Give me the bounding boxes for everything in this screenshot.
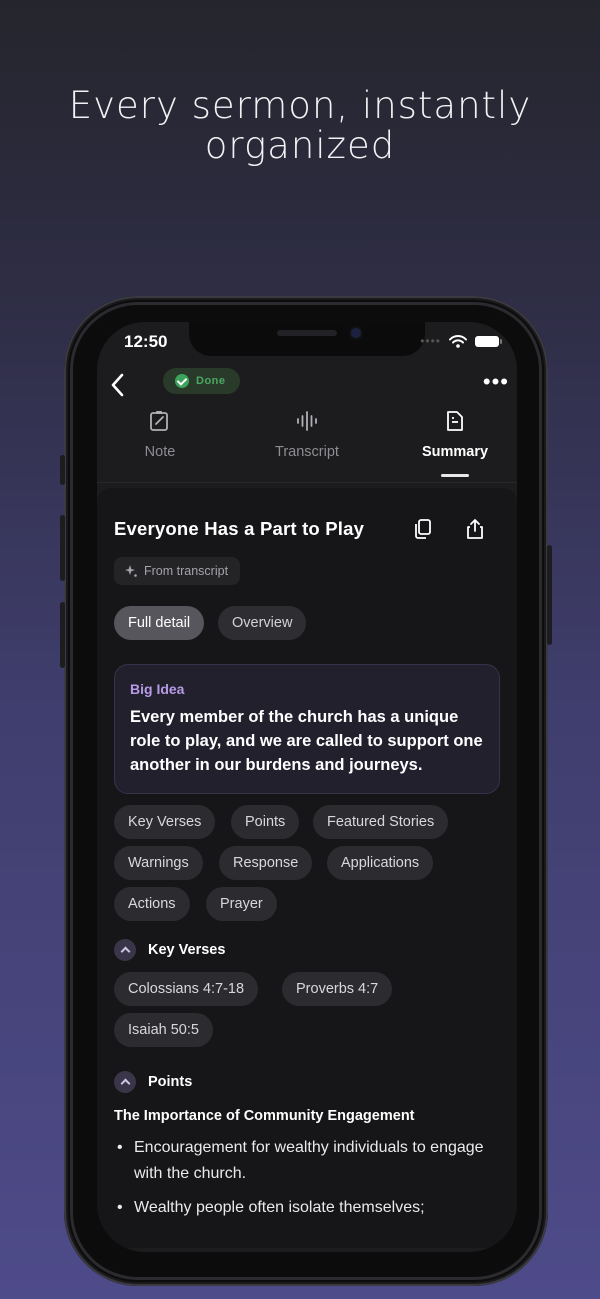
- power-button: [547, 545, 552, 645]
- share-icon[interactable]: [465, 518, 485, 540]
- tab-note[interactable]: Note: [125, 408, 195, 460]
- tab-summary[interactable]: Summary: [415, 408, 495, 460]
- chip-actions[interactable]: Actions: [114, 887, 190, 921]
- key-verses-heading: Key Verses: [148, 942, 226, 958]
- signal-dots-icon: ••••: [420, 334, 441, 348]
- point-bullet: Encouragement for wealthy individuals to…: [117, 1135, 487, 1187]
- volume-down-button: [60, 602, 65, 668]
- chip-applications[interactable]: Applications: [327, 846, 434, 880]
- notch: [189, 322, 425, 356]
- key-verses-section-header[interactable]: Key Verses: [114, 939, 225, 961]
- summary-card: Everyone Has a Part to Play From transcr…: [97, 488, 517, 1248]
- sparkle-icon: [125, 565, 137, 577]
- document-icon: [447, 411, 463, 431]
- battery-icon: [475, 335, 502, 347]
- tab-bar: Note Transcript Summary: [97, 408, 517, 478]
- full-detail-toggle[interactable]: Full detail: [114, 606, 205, 640]
- status-icons: ••••: [420, 334, 502, 348]
- tab-summary-label: Summary: [421, 444, 489, 460]
- mute-switch: [60, 455, 65, 485]
- verse-chip[interactable]: Proverbs 4:7: [282, 972, 393, 1006]
- big-idea-card: Big Idea Every member of the church has …: [114, 664, 500, 794]
- source-chip-label: From transcript: [144, 564, 229, 578]
- tab-divider: [97, 482, 517, 483]
- phone-screen: 12:50 •••• Done ••• Note Transcript Summ…: [97, 322, 517, 1252]
- wifi-icon: [449, 334, 467, 348]
- more-options-icon[interactable]: •••: [483, 371, 509, 393]
- active-tab-indicator: [441, 474, 469, 477]
- collapse-chevron-icon: [114, 939, 136, 961]
- point-subheading: The Importance of Community Engagement: [114, 1108, 415, 1124]
- speaker-grille: [277, 330, 337, 336]
- chip-points[interactable]: Points: [231, 805, 300, 839]
- bottom-fade: [97, 1222, 517, 1248]
- status-badge-label: Done: [196, 375, 226, 387]
- source-chip: From transcript: [114, 557, 241, 585]
- note-edit-icon: [150, 411, 168, 431]
- check-circle-icon: [175, 374, 189, 388]
- chip-warnings[interactable]: Warnings: [114, 846, 203, 880]
- headline-line-1: Every sermon, instantly: [68, 84, 532, 127]
- tab-transcript[interactable]: Transcript: [257, 408, 357, 460]
- points-section-header[interactable]: Points: [114, 1071, 192, 1093]
- headline-line-2: organized: [204, 124, 396, 167]
- volume-up-button: [60, 515, 65, 581]
- points-heading: Points: [148, 1074, 193, 1090]
- status-badge: Done: [163, 368, 240, 394]
- chip-response[interactable]: Response: [219, 846, 313, 880]
- back-chevron-icon[interactable]: [109, 372, 127, 398]
- verse-chip[interactable]: Isaiah 50:5: [114, 1013, 213, 1047]
- collapse-chevron-icon: [114, 1071, 136, 1093]
- tab-transcript-label: Transcript: [275, 444, 339, 460]
- tab-note-label: Note: [144, 444, 176, 460]
- front-camera: [351, 328, 361, 338]
- big-idea-text: Every member of the church has a unique …: [130, 708, 483, 774]
- overview-toggle[interactable]: Overview: [218, 606, 307, 640]
- chip-featured-stories[interactable]: Featured Stories: [313, 805, 449, 839]
- headline: Every sermon, instantly organized: [0, 86, 600, 166]
- big-idea-label: Big Idea: [130, 681, 185, 697]
- copy-icon[interactable]: [413, 518, 433, 540]
- verse-chip[interactable]: Colossians 4:7-18: [114, 972, 259, 1006]
- waveform-icon: [297, 411, 317, 431]
- point-bullet: Wealthy people often isolate themselves;: [117, 1195, 487, 1221]
- chip-key-verses[interactable]: Key Verses: [114, 805, 216, 839]
- sermon-title: Everyone Has a Part to Play: [114, 518, 365, 539]
- status-time: 12:50: [124, 332, 168, 351]
- chip-prayer[interactable]: Prayer: [206, 887, 277, 921]
